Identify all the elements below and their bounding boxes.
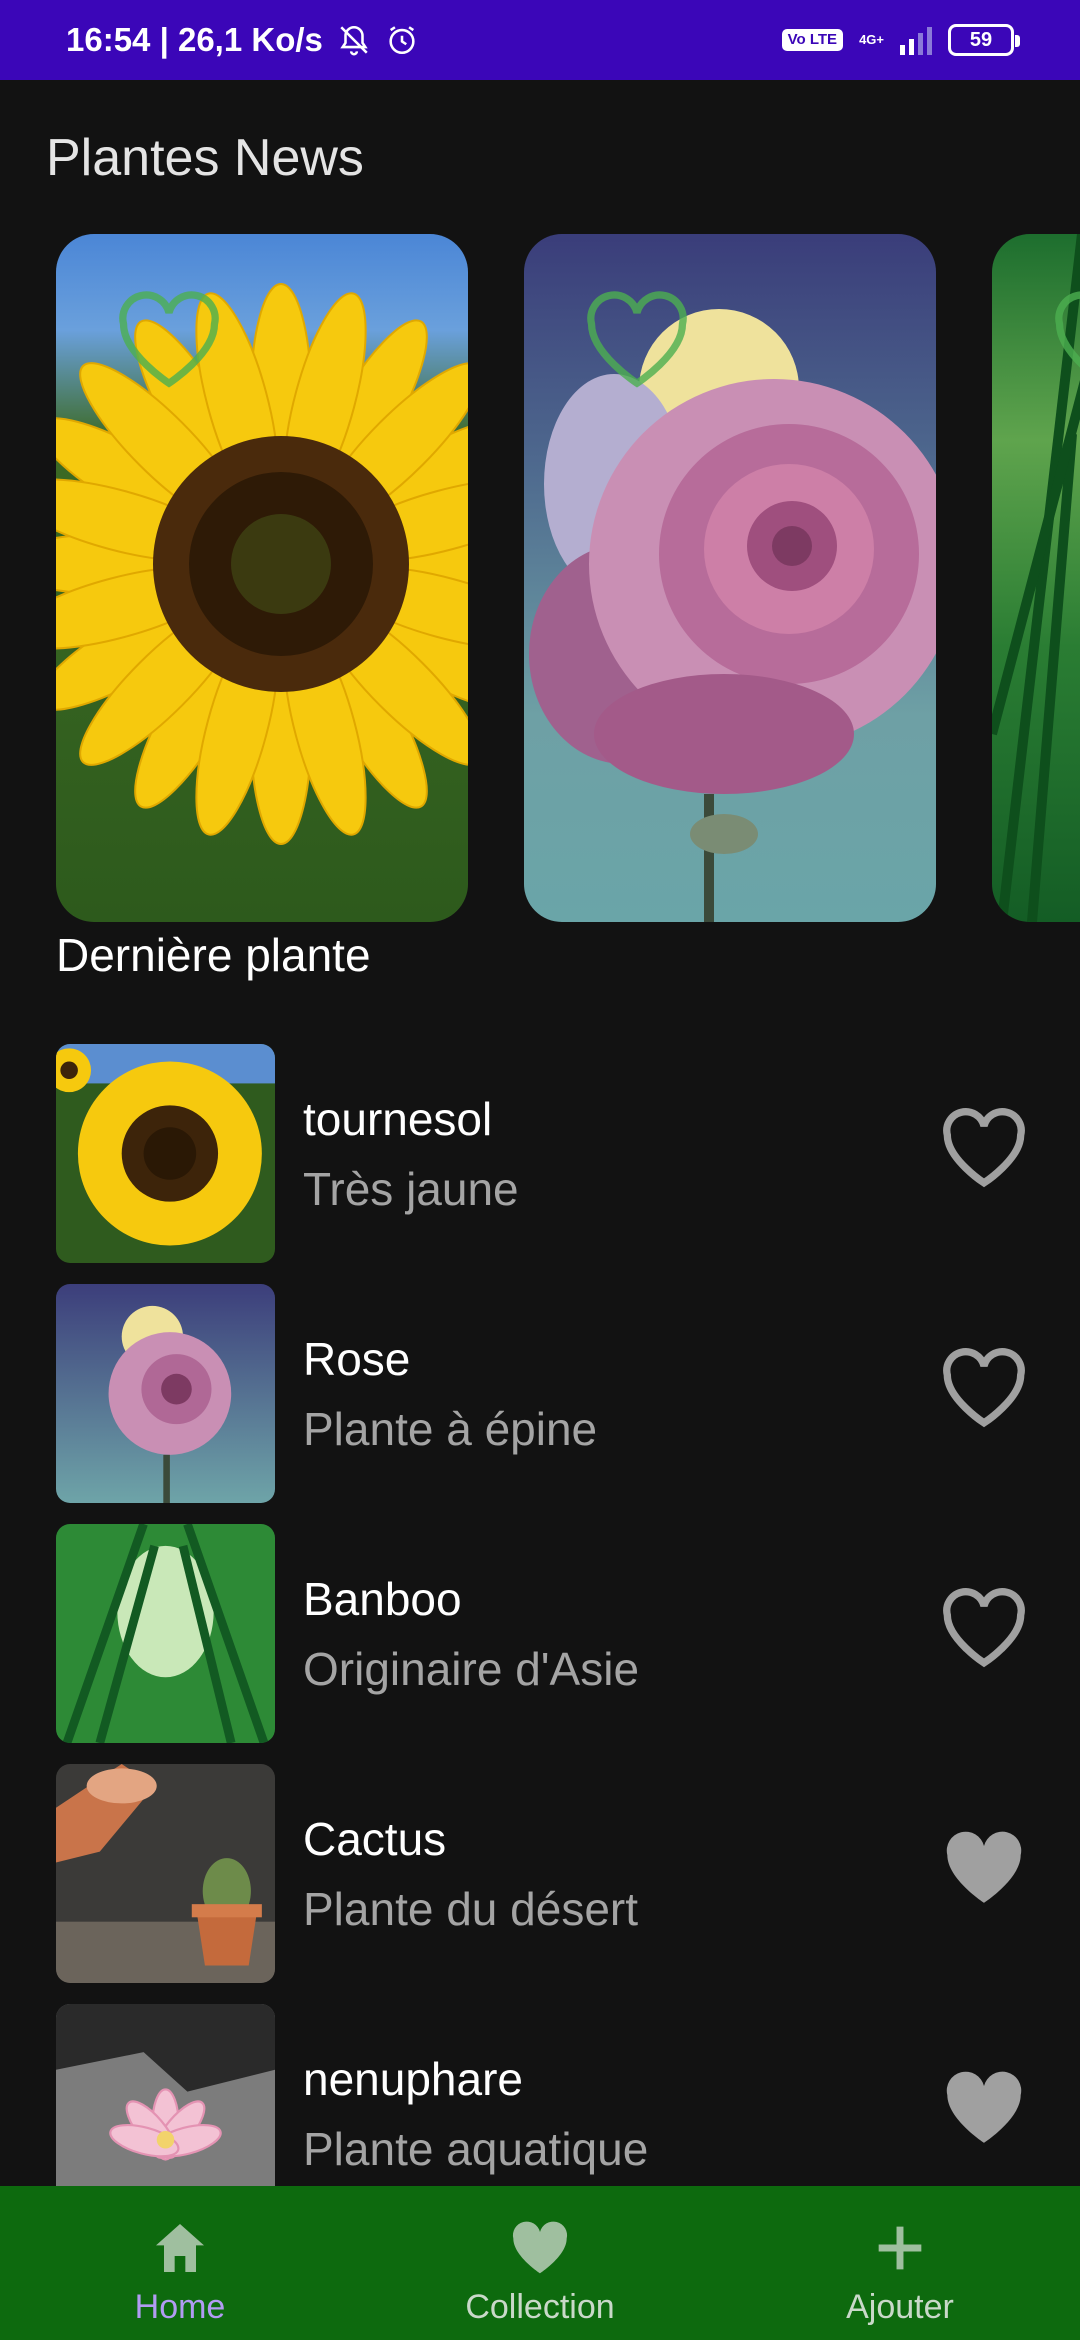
list-item[interactable]: Rose Plante à épine (0, 1280, 1080, 1503)
network-type: 4G+ (859, 32, 884, 47)
list-item[interactable]: Banboo Originaire d'Asie (0, 1520, 1080, 1743)
nav-collection[interactable]: Collection (360, 2186, 720, 2340)
heart-filled-icon[interactable] (940, 1826, 1028, 1910)
plant-thumbnail (56, 1764, 275, 1983)
favorite-heart-icon[interactable] (114, 290, 224, 390)
nav-add-label: Ajouter (846, 2288, 954, 2326)
heart-outline-icon[interactable] (940, 1346, 1028, 1430)
volte-icon: Vo LTE (781, 29, 844, 51)
favorite-heart-icon[interactable] (1050, 290, 1080, 390)
list-item[interactable]: nenuphare Plante aquatique (0, 2000, 1080, 2186)
home-icon (156, 2224, 204, 2272)
bamboo-thumbnail-image (56, 1524, 275, 1743)
heart-outline-icon[interactable] (940, 1586, 1028, 1670)
plant-thumbnail (56, 1524, 275, 1743)
plant-name: tournesol (303, 1093, 493, 1145)
bamboo-card[interactable] (992, 234, 1080, 922)
status-bar: 16:54 | 26,1 Ko/s Vo LTE 4G+ 59 (0, 0, 1080, 80)
rose-card[interactable] (524, 234, 936, 922)
heart-outline-icon[interactable] (940, 1106, 1028, 1190)
favorite-heart-icon[interactable] (582, 290, 692, 390)
water-lily-thumbnail-image (56, 2004, 275, 2186)
status-left: 16:54 | 26,1 Ko/s (66, 21, 419, 59)
bottom-navigation: Home Collection Ajouter (0, 2186, 1080, 2340)
rose-thumbnail-image (56, 1284, 275, 1503)
heart-icon (512, 2221, 568, 2274)
nav-collection-label: Collection (465, 2288, 615, 2326)
page-title: Plantes News (46, 129, 364, 187)
list-item[interactable]: tournesol Très jaune (0, 1040, 1080, 1263)
plant-carousel[interactable] (0, 234, 1080, 922)
plant-name: nenuphare (303, 2053, 523, 2105)
heart-filled-icon[interactable] (940, 2066, 1028, 2150)
mute-bell-icon (340, 25, 368, 56)
nav-add[interactable]: Ajouter (720, 2186, 1080, 2340)
plus-icon (878, 2226, 922, 2270)
battery-icon: 59 (948, 24, 1020, 56)
sunflower-card[interactable] (56, 234, 468, 922)
cactus-thumbnail-image (56, 1764, 275, 1983)
status-time-speed: 16:54 | 26,1 Ko/s (66, 21, 323, 58)
battery-level: 59 (969, 28, 993, 51)
status-right: Vo LTE 4G+ 59 (781, 24, 1020, 56)
plant-name: Cactus (303, 1813, 447, 1865)
plant-description: Plante à épine (303, 1403, 598, 1455)
plant-description: Plante aquatique (303, 2123, 649, 2175)
plant-thumbnail (56, 1044, 275, 1263)
nav-home-label: Home (134, 2288, 226, 2326)
plant-thumbnail (56, 1284, 275, 1503)
plant-name: Rose (303, 1333, 411, 1385)
plant-name: Banboo (303, 1573, 462, 1625)
plant-description: Originaire d'Asie (303, 1643, 640, 1695)
sunflower-thumbnail-image (56, 1044, 275, 1263)
signal-icon (900, 25, 932, 55)
alarm-icon (389, 26, 415, 55)
plant-description: Plante du désert (303, 1883, 639, 1935)
nav-home[interactable]: Home (0, 2186, 360, 2340)
plant-list[interactable]: tournesol Très jaune Rose Plante à épine (0, 1040, 1080, 2186)
list-item[interactable]: Cactus Plante du désert (0, 1760, 1080, 1983)
plant-description: Très jaune (303, 1163, 519, 1215)
section-title: Dernière plante (56, 929, 371, 981)
plant-thumbnail (56, 2004, 275, 2186)
network-indicator: 4G+ (859, 33, 884, 47)
